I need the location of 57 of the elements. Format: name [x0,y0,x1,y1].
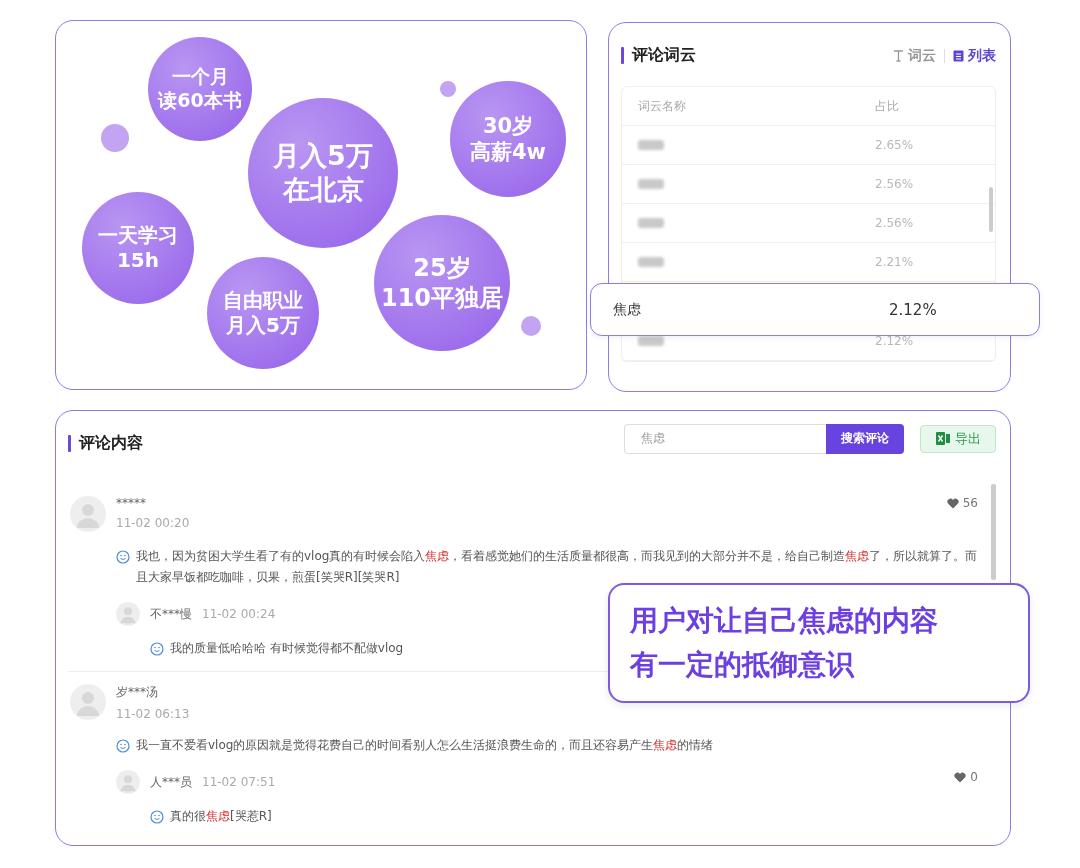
view-toggle[interactable]: 词云 [893,46,936,65]
comment-time: 11-02 07:51 [202,775,276,789]
like-count: 0 [954,770,978,784]
panel-title: 评论词云 [632,45,696,66]
share-cell-text: 2.21% [875,255,915,269]
comment-text: 我一直不爱看vlog的原因就是觉得花费自己的时间看别人怎么生活挺浪费生命的，而且还容易产生焦虑的情绪 [136,737,714,754]
spreadsheet-icon [935,432,950,445]
comment-time: 11-02 00:24 [202,607,276,621]
blurred-word [638,257,664,267]
share-cell-text: 2.56% [875,177,915,191]
column-header: 词云名称 [638,97,687,115]
smile-icon [150,810,164,824]
heart-icon [954,771,967,783]
comment-time: 11-02 06:13 [116,707,190,721]
blurred-word [638,218,664,228]
blurred-word [638,336,664,346]
comment-text: 真的很焦虑[哭惹R] [170,808,272,825]
avatar [70,496,106,532]
search-field[interactable]: 焦虑 [624,423,826,454]
share-cell-text: 2.12% [889,300,938,319]
share-cell-text: 2.56% [875,216,915,230]
blurred-word [638,179,664,189]
dot [101,124,129,152]
bubble: 自由职业 月入5万 [207,257,319,369]
avatar [116,602,140,626]
share-cell-text: 2.12% [875,334,915,348]
comment-text: 我的质量低哈哈哈 有时候觉得都不配做vlog [170,640,404,657]
comment-time: 11-02 00:20 [116,516,190,530]
bubble: 30岁 高薪4w [450,81,566,197]
bubble: 一天学习 15h [82,192,194,304]
word-cell-text: 焦虑 [613,300,642,319]
user-name: 人***员 [150,773,192,791]
heart-icon [946,497,959,509]
dot [521,316,541,336]
user-name: 不***慢 [150,605,192,623]
comment-text: 我也，因为贫困大学生看了有的vlog真的有时候会陷入焦虑，看着感觉她们的生活质量都很高，而我见到的大部分并不是，给自己制造焦虑了，所以就算了。而且大家早饭都吃咖啡，贝果，煎蛋[笑哭R][笑哭R] [136,548,978,586]
panel-title: 评论内容 [79,433,143,454]
user-name: 岁***汤 [116,684,159,701]
smile-icon [150,642,164,656]
smile-icon [116,739,130,753]
like-count: 56 [946,496,978,510]
smile-icon [116,550,130,564]
column-header: 占比 [875,97,900,115]
view-toggle[interactable]: 列表 [953,46,996,65]
dot [440,81,456,97]
blurred-word [638,140,664,150]
bubble: 25岁 110平独居 [374,215,510,351]
avatar [116,770,140,794]
bubble: 月入5万 在北京 [248,98,398,248]
search-button[interactable]: 搜索评论 [826,423,904,454]
bubble: 一个月 读60本书 [148,37,252,141]
share-cell-text: 2.65% [875,138,915,152]
scrollbar [989,187,993,232]
avatar [70,684,106,720]
user-name: ***** [116,496,147,510]
callout: 用户对让自己焦虑的内容 有一定的抵御意识 [608,583,1030,703]
export-button[interactable]: 导出 [920,424,996,453]
